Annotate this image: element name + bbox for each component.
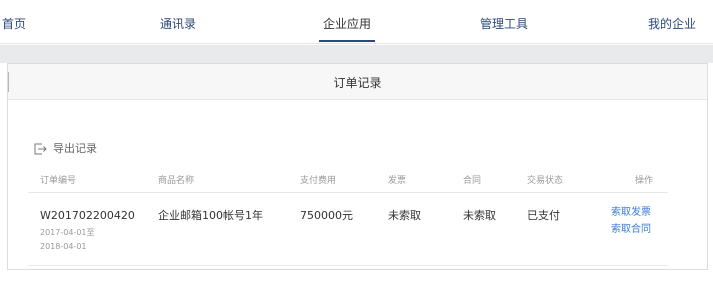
panel-title: 订单记录 bbox=[333, 76, 382, 90]
column-header-status: 交易状态 bbox=[527, 176, 564, 186]
column-header-order-no: 订单编号 bbox=[40, 176, 77, 186]
request-invoice-link[interactable]: 索取发票 bbox=[611, 207, 651, 219]
top-navigation: 首页 通讯录 企业应用 管理工具 我的企业 bbox=[0, 0, 713, 44]
product-name: 企业邮箱100帐号1年 bbox=[158, 209, 263, 222]
nav-item-management-tools[interactable]: 管理工具 bbox=[480, 16, 528, 32]
nav-item-enterprise-apps-label: 企业应用 bbox=[323, 17, 372, 31]
nav-item-home[interactable]: 首页 bbox=[2, 16, 26, 32]
column-header-fee: 支付费用 bbox=[300, 176, 337, 186]
transaction-status: 已支付 bbox=[527, 209, 560, 222]
request-contract-link[interactable]: 索取合同 bbox=[611, 224, 651, 236]
column-header-contract: 合同 bbox=[463, 176, 482, 186]
order-records-panel: 订单记录 导出记录 订单编号 商品名称 支付费用 发票 合同 交易状态 操作 W… bbox=[7, 63, 708, 270]
panel-header: 订单记录 bbox=[8, 64, 707, 100]
active-tab-indicator bbox=[319, 40, 376, 42]
validity-end-date: 2018-04-01 bbox=[40, 242, 87, 251]
export-icon bbox=[34, 143, 47, 155]
nav-item-enterprise-apps[interactable]: 企业应用 bbox=[319, 16, 376, 42]
order-number: W201702200420 bbox=[40, 209, 135, 222]
table-header: 订单编号 商品名称 支付费用 发票 合同 交易状态 操作 bbox=[28, 171, 668, 193]
invoice-status: 未索取 bbox=[388, 209, 421, 222]
nav-separator-strip bbox=[0, 45, 713, 63]
export-records-button[interactable]: 导出记录 bbox=[33, 141, 97, 157]
export-records-label: 导出记录 bbox=[53, 142, 97, 155]
column-header-actions: 操作 bbox=[635, 176, 654, 186]
payment-fee: 750000元 bbox=[300, 209, 353, 222]
column-header-invoice: 发票 bbox=[388, 176, 407, 186]
table-row: W201702200420 2017-04-01至 2018-04-01 企业邮… bbox=[28, 194, 668, 266]
nav-item-my-enterprise[interactable]: 我的企业 bbox=[648, 16, 696, 32]
nav-item-contacts[interactable]: 通讯录 bbox=[160, 16, 196, 32]
column-header-product: 商品名称 bbox=[158, 176, 195, 186]
validity-start-date: 2017-04-01至 bbox=[40, 228, 95, 237]
contract-status: 未索取 bbox=[463, 209, 496, 222]
